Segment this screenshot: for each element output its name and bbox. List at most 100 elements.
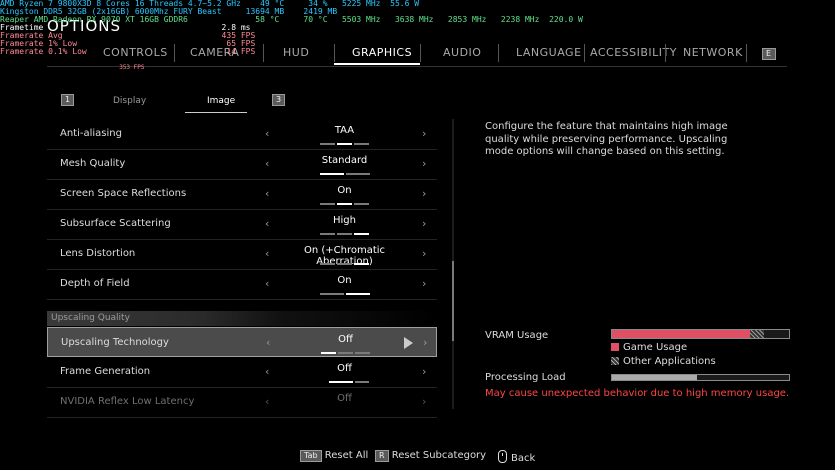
chevron-left-icon[interactable]: ‹ — [266, 336, 270, 349]
setting-row-depth-of-field[interactable]: Depth of Field ‹ On › — [47, 269, 437, 300]
chevron-right-icon[interactable]: › — [422, 157, 426, 170]
next-subtab-key-icon[interactable]: 3 — [272, 94, 286, 106]
setting-label: Screen Space Reflections — [60, 188, 187, 199]
tab-graphics[interactable]: GRAPHICS — [352, 46, 412, 59]
setting-value: High — [333, 215, 356, 226]
tab-divider — [746, 44, 747, 62]
setting-label: Lens Distortion — [60, 248, 136, 259]
setting-row-ssr[interactable]: Screen Space Reflections ‹ On › — [47, 179, 437, 210]
tabs-divider-line — [47, 66, 787, 67]
chevron-right-icon[interactable]: › — [422, 217, 426, 230]
setting-row-anti-aliasing[interactable]: Anti-aliasing ‹ TAA › — [47, 119, 437, 150]
tab-divider — [263, 44, 264, 62]
other-apps-swatch — [611, 357, 619, 365]
option-indicator-active — [329, 381, 353, 383]
mouse-icon — [498, 450, 507, 463]
processing-load-fill — [612, 375, 697, 380]
chevron-left-icon[interactable]: ‹ — [265, 395, 269, 408]
option-indicator — [320, 233, 335, 235]
setting-description: Configure the feature that maintains hig… — [485, 121, 728, 157]
setting-row-upscaling-technology[interactable]: Upscaling Technology ‹ Off › — [47, 327, 437, 357]
option-indicator — [320, 263, 335, 265]
tab-accessibility[interactable]: ACCESSIBILITY — [590, 46, 677, 59]
tab-audio[interactable]: AUDIO — [443, 46, 481, 59]
subtab-display[interactable]: Display — [113, 96, 146, 106]
chevron-left-icon[interactable]: ‹ — [265, 247, 269, 260]
memory-warning: May cause unexpected behavior due to hig… — [485, 388, 790, 399]
setting-value: TAA — [334, 125, 355, 136]
overlay-fps-avg: Framerate Avg 435 FPS — [0, 31, 256, 40]
option-indicator — [355, 381, 369, 383]
chevron-right-icon[interactable]: › — [422, 127, 426, 140]
chevron-right-icon[interactable]: › — [423, 336, 427, 349]
chevron-left-icon[interactable]: ‹ — [265, 127, 269, 140]
tab-controls[interactable]: CONTROLS — [103, 46, 168, 59]
setting-label: NVIDIA Reflex Low Latency — [60, 396, 195, 407]
subtab-active-indicator — [185, 112, 247, 113]
option-indicator-active — [346, 293, 370, 295]
overlay-cpu-line: AMD Ryzen 7 9800X3D 8 Cores 16 Threads 4… — [0, 0, 420, 8]
tab-network[interactable]: NETWORK — [683, 46, 743, 59]
setting-value: On — [337, 185, 352, 196]
option-indicator — [354, 143, 369, 145]
tab-camera[interactable]: CAMERA — [190, 46, 239, 59]
chevron-left-icon[interactable]: ‹ — [265, 365, 269, 378]
chevron-left-icon[interactable]: ‹ — [265, 157, 269, 170]
game-usage-swatch — [611, 343, 619, 351]
option-indicator — [320, 203, 335, 205]
setting-row-nvidia-reflex[interactable]: NVIDIA Reflex Low Latency ‹ Off › — [47, 387, 437, 418]
tab-divider — [174, 44, 175, 62]
chevron-left-icon[interactable]: ‹ — [265, 277, 269, 290]
reset-all-button[interactable]: Tab Reset All — [300, 450, 368, 462]
prev-subtab-key-icon[interactable]: 1 — [61, 94, 75, 106]
next-tab-key-icon[interactable]: E — [762, 46, 776, 60]
reset-subcategory-button[interactable]: R Reset Subcategory — [375, 450, 486, 462]
chevron-right-icon[interactable]: › — [422, 365, 426, 378]
processing-load-bar — [611, 374, 790, 381]
page-title: OPTIONS — [47, 17, 121, 35]
option-indicator — [354, 203, 369, 205]
option-indicator — [320, 293, 344, 295]
legend-other-applications: Other Applications — [611, 356, 716, 367]
chevron-left-icon[interactable]: ‹ — [265, 217, 269, 230]
setting-value: Standard — [321, 155, 368, 166]
setting-row-lens-distortion[interactable]: Lens Distortion ‹ On (+Chromatic Aberrat… — [47, 239, 437, 270]
tab-language[interactable]: LANGUAGE — [516, 46, 582, 59]
setting-label: Subsurface Scattering — [60, 218, 171, 229]
option-indicator — [355, 352, 370, 354]
setting-value: Off — [337, 363, 352, 374]
back-button[interactable]: Back — [498, 450, 535, 464]
option-indicator-active — [320, 173, 344, 175]
processing-load-label: Processing Load — [485, 372, 566, 383]
option-indicator-active — [337, 203, 352, 205]
chevron-right-icon[interactable]: › — [422, 277, 426, 290]
tab-key-icon: Tab — [300, 450, 322, 462]
tab-divider — [584, 44, 585, 62]
overlay-frametime: Frametime 2.8 ms — [0, 23, 251, 32]
setting-label: Upscaling Technology — [61, 337, 169, 348]
option-indicator — [338, 352, 353, 354]
sub-tabs: 1 Display Image 3 — [47, 88, 437, 114]
tab-divider — [420, 44, 421, 62]
setting-label: Anti-aliasing — [60, 128, 122, 139]
tab-hud[interactable]: HUD — [283, 46, 309, 59]
subtab-image[interactable]: Image — [207, 96, 235, 106]
vram-game-fill — [612, 330, 751, 338]
chevron-right-icon[interactable]: › — [422, 247, 426, 260]
setting-row-sss[interactable]: Subsurface Scattering ‹ High › — [47, 209, 437, 240]
chevron-right-icon[interactable]: › — [422, 395, 426, 408]
overlay-ram-line: Kingston DDR5 32GB (2x16GB) 6000Mhz FURY… — [0, 7, 338, 16]
vram-other-fill — [750, 330, 765, 338]
tab-divider — [498, 44, 499, 62]
option-indicator-active — [321, 352, 336, 354]
settings-scrollbar-thumb[interactable] — [452, 261, 454, 341]
option-indicator — [337, 233, 352, 235]
main-tabs: CONTROLS CAMERA HUD GRAPHICS AUDIO LANGU… — [0, 40, 835, 66]
chevron-right-icon[interactable]: › — [422, 187, 426, 200]
chevron-left-icon[interactable]: ‹ — [265, 187, 269, 200]
option-indicator-active — [354, 233, 369, 235]
setting-row-frame-generation[interactable]: Frame Generation ‹ Off › — [47, 357, 437, 388]
tab-divider — [334, 44, 335, 62]
option-indicator — [346, 173, 370, 175]
setting-row-mesh-quality[interactable]: Mesh Quality ‹ Standard › — [47, 149, 437, 180]
